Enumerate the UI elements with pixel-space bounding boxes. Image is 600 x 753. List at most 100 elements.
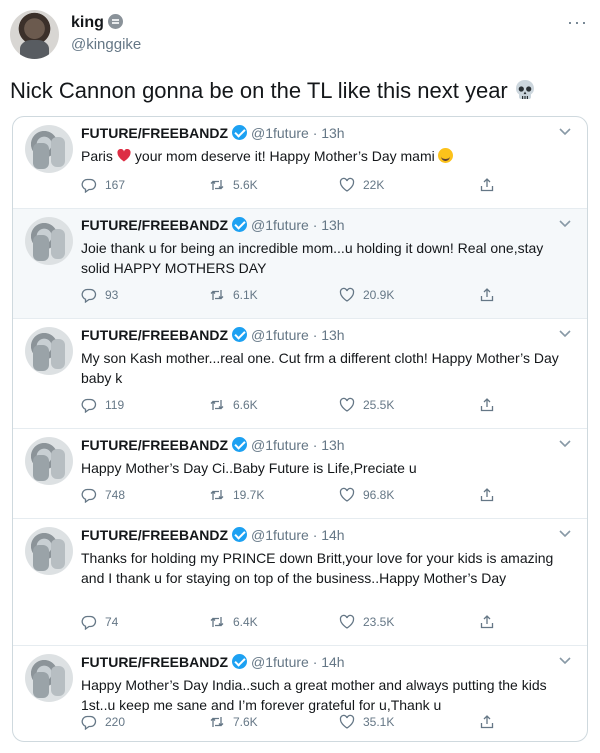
author-handle-time[interactable]: @1future · 13h [251,125,345,141]
retweet-icon [210,400,224,410]
author-name[interactable]: king [71,14,123,32]
reply-icon [81,288,97,303]
retweet-count: 7.6K [233,715,258,729]
like-count: 23.5K [363,615,395,629]
share-button[interactable] [479,287,503,303]
reply-count: 93 [105,288,119,302]
tweet-card[interactable]: FUTURE/FREEBANDZ @1future · 14h Happy Mot… [13,646,587,741]
tweet-card[interactable]: FUTURE/FREEBANDZ @1future · 13h Paris your… [13,117,587,209]
avatar[interactable] [25,654,73,702]
author-handle-time[interactable]: @1future · 13h [251,217,345,233]
reply-button[interactable]: 93 [81,287,118,303]
author-handle-time[interactable]: @1future · 14h [251,527,345,543]
author-handle-time[interactable]: @1future · 14h [251,654,345,670]
verified-badge-icon [232,654,247,669]
tweet-text: Thanks for holding my PRINCE down Britt,… [81,550,554,586]
avatar[interactable] [10,10,59,59]
reply-button[interactable]: 74 [81,614,118,630]
retweet-count: 6.4K [233,615,258,629]
share-icon [480,715,494,729]
share-icon [480,178,494,192]
tweet-card[interactable]: FUTURE/FREEBANDZ @1future · 13h Happy Mot… [13,429,587,519]
tweet-header: FUTURE/FREEBANDZ @1future · 13h [81,125,345,141]
retweet-icon [210,180,224,190]
verified-badge-icon [232,217,247,232]
author-handle-time[interactable]: @1future · 13h [251,327,345,343]
reply-button[interactable]: 220 [81,714,125,730]
like-button[interactable]: 96.8K [339,487,394,503]
avatar[interactable] [25,217,73,265]
tweet-card[interactable]: FUTURE/FREEBANDZ @1future · 14h Thanks fo… [13,519,587,646]
author-name[interactable]: FUTURE/FREEBANDZ [81,527,228,543]
chevron-down-icon[interactable] [557,525,573,541]
verified-badge-icon [232,327,247,342]
tweet-text: Happy Mother’s Day Ci..Baby Future is Li… [81,460,417,476]
retweet-count: 6.6K [233,398,258,412]
tweet-header: FUTURE/FREEBANDZ @1future · 14h [81,654,345,670]
tweet-actions: 748 19.7K 96.8K [81,487,501,507]
reply-icon [81,178,97,193]
retweet-button[interactable]: 6.6K [209,397,258,413]
more-options-icon[interactable]: ··· [567,12,588,33]
like-button[interactable]: 22K [339,177,384,193]
reply-button[interactable]: 748 [81,487,125,503]
tweet-header: FUTURE/FREEBANDZ @1future · 13h [81,217,345,233]
heart-icon [339,714,355,729]
tweet-text: Paris your mom deserve it! Happy Mother’s… [81,146,575,166]
retweet-button[interactable]: 19.7K [209,487,264,503]
avatar[interactable] [25,527,73,575]
like-button[interactable]: 35.1K [339,714,394,730]
author-name[interactable]: FUTURE/FREEBANDZ [81,217,228,233]
retweet-button[interactable]: 6.4K [209,614,258,630]
retweet-count: 6.1K [233,288,258,302]
reply-count: 220 [105,715,126,729]
reply-button[interactable]: 167 [81,177,125,193]
avatar[interactable] [25,125,73,173]
author-handle-time[interactable]: @1future · 13h [251,437,345,453]
like-button[interactable]: 20.9K [339,287,394,303]
share-button[interactable] [479,177,503,193]
verified-badge-icon [232,437,247,452]
chevron-down-icon[interactable] [557,435,573,451]
author-handle[interactable]: @kinggike [71,36,141,53]
tweet-header: FUTURE/FREEBANDZ @1future · 14h [81,527,345,543]
tweet-text: Joie thank u for being an incredible mom… [81,240,544,276]
heart-icon [339,614,355,629]
retweet-button[interactable]: 5.6K [209,177,258,193]
chevron-down-icon[interactable] [557,325,573,341]
like-count: 96.8K [363,488,395,502]
tweet-text-content: Nick Cannon gonna be on the TL like this… [10,78,508,103]
reply-icon [81,488,97,503]
chevron-down-icon[interactable] [557,215,573,231]
embedded-tweet-thread: FUTURE/FREEBANDZ @1future · 13h Paris your… [12,116,588,742]
like-count: 20.9K [363,288,395,302]
reply-button[interactable]: 119 [81,397,124,413]
like-button[interactable]: 23.5K [339,614,394,630]
share-button[interactable] [479,397,503,413]
author-name[interactable]: FUTURE/FREEBANDZ [81,125,228,141]
retweet-count: 5.6K [233,178,258,192]
verified-badge-icon [107,14,123,29]
reply-count: 167 [105,178,126,192]
author-name[interactable]: FUTURE/FREEBANDZ [81,327,228,343]
verified-badge-icon [232,125,247,140]
heart-icon [339,397,355,412]
share-button[interactable] [479,714,503,730]
avatar[interactable] [25,327,73,375]
reply-icon [81,398,97,413]
retweet-button[interactable]: 6.1K [209,287,258,303]
tweet-card[interactable]: FUTURE/FREEBANDZ @1future · 13h My son Ka… [13,319,587,429]
chevron-down-icon[interactable] [557,652,573,668]
avatar[interactable] [25,437,73,485]
author-name-text[interactable]: king [71,14,104,31]
chevron-down-icon[interactable] [557,123,573,139]
author-name[interactable]: FUTURE/FREEBANDZ [81,654,228,670]
tweet-text-part: Paris [81,148,113,164]
author-name[interactable]: FUTURE/FREEBANDZ [81,437,228,453]
tweet-actions: 74 6.4K 23.5K [81,614,501,634]
like-button[interactable]: 25.5K [339,397,394,413]
share-button[interactable] [479,487,503,503]
share-button[interactable] [479,614,503,630]
tweet-card[interactable]: FUTURE/FREEBANDZ @1future · 13h Joie than… [13,209,587,319]
retweet-button[interactable]: 7.6K [209,714,258,730]
